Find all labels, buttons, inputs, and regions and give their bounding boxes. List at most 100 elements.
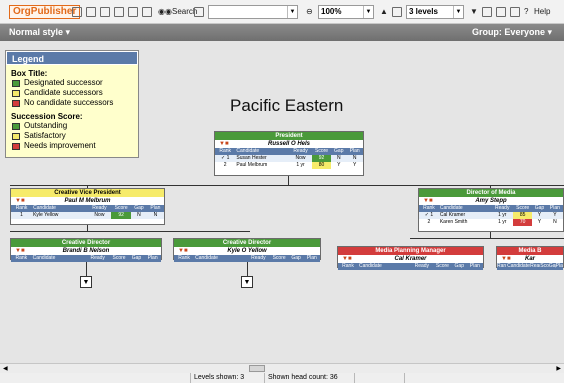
col-header-gap: Gap <box>534 205 545 211</box>
box-title: Creative Vice President <box>11 189 164 197</box>
candidate-table-header: Rank Candidate Ready Score Gap Plan <box>419 205 563 212</box>
cell-rank: 1 <box>20 212 23 218</box>
position-box-creative-vp[interactable]: Creative Vice President ▼■ Paul M Melbrum R… <box>10 188 165 225</box>
cell-plan: Y <box>553 212 557 218</box>
style-select[interactable]: Normal style ▾ <box>9 24 70 41</box>
help-icon[interactable]: ? <box>524 5 528 19</box>
position-box-president[interactable]: President ▼■ Russell O Hels Rank Candidate Re… <box>214 131 364 176</box>
legend-item: Candidate successors <box>12 88 138 98</box>
expand-arrow-icon[interactable]: ▼ <box>80 276 92 288</box>
position-box-media-planning-manager[interactable]: Media Planning Manager ▼■ Cal Kramer Rank Ca… <box>337 246 484 270</box>
position-box-media-b[interactable]: Media B▼■KarRankCandidateReadyScoreGapPl… <box>496 246 564 270</box>
col-header-ready: Ready <box>293 148 308 154</box>
candidate-row[interactable]: 2 Paul Melbrum 1 yr 80 Y Y <box>215 162 363 169</box>
sort-icon[interactable] <box>510 5 520 19</box>
zoom-select[interactable]: 100% ▼ <box>318 5 374 19</box>
grid-icon[interactable] <box>496 5 506 19</box>
person-icon: ▼■ <box>423 198 433 204</box>
connector-line <box>247 260 248 276</box>
levels-select[interactable]: 3 levels ▼ <box>406 5 464 19</box>
swatch-red <box>12 142 20 150</box>
cell-gap: N <box>137 212 141 218</box>
col-header-candidate: Candidate <box>507 263 530 269</box>
candidate-row[interactable]: 2 Karen Smith 1 yr 70 Y N <box>419 219 563 226</box>
cell-plan: N <box>352 155 357 161</box>
web-icon[interactable] <box>128 5 138 19</box>
incumbent-name: ▼■ Amy Stepp <box>423 198 507 204</box>
col-header-plan: Plan <box>555 263 563 269</box>
expand-arrow-icon[interactable]: ▼ <box>241 276 253 288</box>
candidate-table-header: Rank Candidate Ready Score Gap Plan <box>174 255 320 262</box>
swatch-green <box>12 122 20 130</box>
scroll-left-icon[interactable]: ◀ <box>3 365 8 372</box>
cell-ready: 1 yr <box>498 212 507 218</box>
orgpublisher-logo[interactable]: OrgPublisher <box>9 5 81 19</box>
chevron-down-icon[interactable]: ▼ <box>363 6 373 18</box>
swatch-red <box>12 99 20 107</box>
legend-item: Satisfactory <box>12 131 138 141</box>
cell-plan: N <box>553 219 557 225</box>
tree-icon[interactable] <box>392 5 402 19</box>
col-header-plan: Plan <box>549 205 560 211</box>
position-box-creative-director-2[interactable]: Creative Director ▼■ Kyle O Yellow Rank Cand… <box>173 238 321 262</box>
col-header-candidate: Candidate <box>236 148 260 154</box>
col-header-score: Score <box>272 255 286 261</box>
save-icon[interactable] <box>72 5 82 19</box>
candidate-row[interactable]: ✓ 1 Cal Kramer 1 yr 85 Y Y <box>419 212 563 219</box>
incumbent-name: ▼■ Paul M Melbrum <box>15 198 111 204</box>
position-box-creative-director-1[interactable]: Creative Director ▼■ Brandi B Nelson Rank Ca… <box>10 238 162 262</box>
export-icon[interactable] <box>142 5 152 19</box>
incumbent-name: ▼■ Brandi B Nelson <box>15 248 110 254</box>
chevron-down-icon[interactable]: ▼ <box>453 6 463 18</box>
box-title: Creative Director <box>174 239 320 247</box>
publish-icon[interactable] <box>114 5 124 19</box>
group-select[interactable]: Group: Everyone ▾ <box>472 24 552 41</box>
print-preview-icon[interactable] <box>100 5 110 19</box>
chevron-down-icon[interactable]: ▼ <box>287 6 297 18</box>
head-count-status: Shown head count: 36 <box>264 373 354 383</box>
find-binoculars-icon[interactable]: ◉◉ <box>158 5 172 19</box>
candidate-table-header: Rank Candidate Ready Score Gap Plan <box>215 148 363 155</box>
col-header-plan: Plan <box>469 263 480 269</box>
scroll-thumb[interactable] <box>249 365 265 372</box>
col-header-candidate: Candidate <box>32 255 56 261</box>
cell-score: 92 <box>312 155 332 162</box>
person-icon: ▼■ <box>219 141 229 147</box>
horizontal-scrollbar[interactable]: ◀ ▶ <box>0 363 564 373</box>
candidate-row[interactable]: ✓ 1 Susan Hester Now 92 N N <box>215 155 363 162</box>
candidate-row[interactable]: 1 Kyle Yellow Now 92 N N <box>11 212 164 219</box>
incumbent-name: ▼■ Cal Kramer <box>342 256 427 262</box>
cell-candidate: Susan Hester <box>236 155 267 161</box>
scroll-right-icon[interactable]: ▶ <box>556 365 561 372</box>
col-header-gap: Gap <box>131 255 142 261</box>
legend-item: Designated successor <box>12 78 138 88</box>
zoom-out-icon[interactable]: ⊖ <box>306 5 313 19</box>
col-header-ready: Ready <box>92 205 107 211</box>
search-input[interactable]: ▼ <box>208 5 298 19</box>
position-box-director-media[interactable]: Director of Media ▼■ Amy Stepp Rank Candidat… <box>418 188 564 232</box>
help-label[interactable]: Help <box>534 5 550 19</box>
org-chart-canvas[interactable]: Legend Box Title: Designated successor C… <box>0 41 564 363</box>
col-header-gap: Gap <box>548 263 556 269</box>
move-up-icon[interactable]: ▲ <box>380 5 388 19</box>
search-options-icon[interactable] <box>194 5 204 19</box>
col-header-ready: Ready <box>495 205 510 211</box>
col-header-rank: Rank <box>15 205 28 211</box>
candidate-table-header: Rank Candidate Ready Score Gap Plan <box>338 263 483 270</box>
col-header-ready: Ready <box>414 263 430 269</box>
connector-line <box>10 185 564 186</box>
incumbent-name: ▼■ Russell O Hels <box>219 141 311 147</box>
cell-gap: N <box>336 155 341 161</box>
legend-score-heading: Succession Score: <box>11 112 83 121</box>
col-header-candidate: Candidate <box>33 205 56 211</box>
cell-gap: Y <box>537 219 542 225</box>
print-icon[interactable] <box>86 5 96 19</box>
cell-gap: Y <box>537 212 542 218</box>
legend-title: Legend <box>6 51 138 65</box>
col-header-plan: Plan <box>150 205 161 211</box>
chevron-down-icon: ▾ <box>65 27 71 37</box>
filter-icon[interactable]: ▼ <box>470 5 478 19</box>
layout-icon[interactable] <box>482 5 492 19</box>
legend-box-title-heading: Box Title: <box>11 69 48 78</box>
box-title: Media B <box>497 247 563 255</box>
